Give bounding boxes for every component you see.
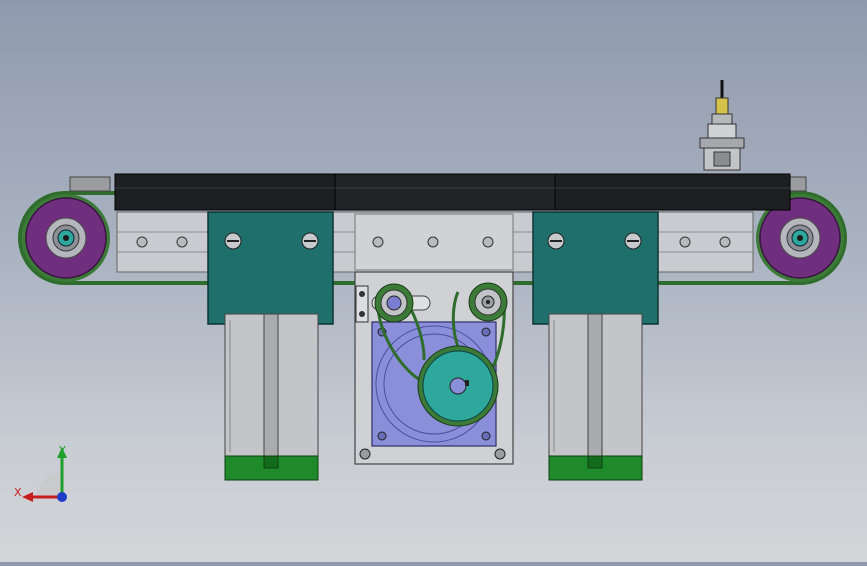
left-bracket[interactable] [207, 211, 334, 325]
upper-pulley-right[interactable] [468, 282, 508, 322]
upper-pulley-left[interactable] [374, 283, 414, 323]
cad-viewport[interactable]: Y X [0, 0, 867, 562]
left-cylinder[interactable] [224, 313, 319, 481]
drive-pulley[interactable] [417, 345, 499, 427]
top-plate-group[interactable] [114, 173, 791, 211]
right-bracket[interactable] [532, 211, 659, 325]
right-cylinder[interactable] [548, 313, 643, 481]
triad-y-label: Y [58, 444, 66, 457]
triad-icon: Y X [14, 444, 67, 502]
conveyor-assembly-drawing: Y X [14, 80, 847, 502]
proximity-sensor[interactable] [699, 80, 745, 171]
triad-x-label: X [14, 486, 22, 499]
z-axis-dot [57, 492, 67, 502]
